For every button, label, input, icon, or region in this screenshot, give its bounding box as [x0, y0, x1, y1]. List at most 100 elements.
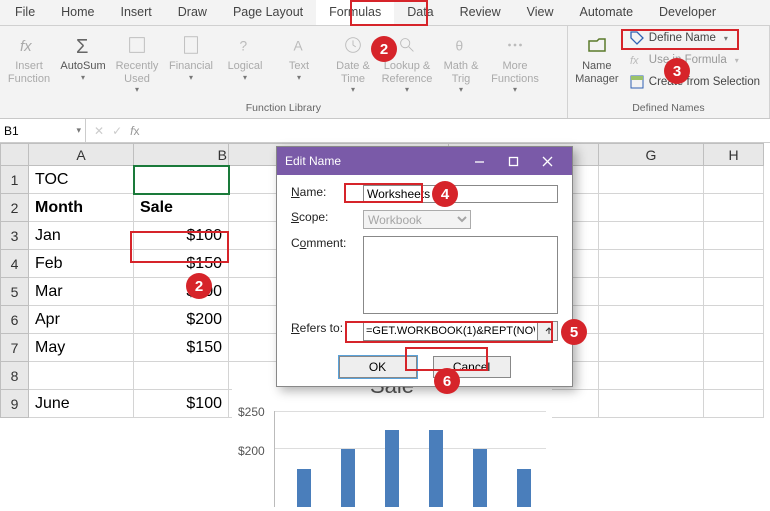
text-label: Text [289, 60, 309, 73]
row-header[interactable]: 7 [1, 334, 29, 362]
name-manager-button[interactable]: Name Manager [571, 28, 623, 85]
chevron-down-icon: ▾ [81, 73, 85, 82]
chevron-down-icon: ▾ [724, 34, 728, 43]
name-box[interactable]: B1 ▾ [0, 119, 86, 142]
row-header[interactable]: 5 [1, 278, 29, 306]
row-header[interactable]: 1 [1, 166, 29, 194]
cell[interactable]: May [29, 334, 134, 362]
name-field-label: Name: [291, 185, 357, 199]
fx-icon[interactable]: fx [130, 124, 139, 138]
col-header-b[interactable]: B [134, 144, 229, 166]
close-icon[interactable] [530, 147, 564, 175]
row-header[interactable]: 3 [1, 222, 29, 250]
tab-developer[interactable]: Developer [646, 0, 729, 25]
maximize-icon[interactable] [496, 147, 530, 175]
insert-function-button[interactable]: fx Insert Function [3, 28, 55, 85]
cell[interactable]: $100 [134, 390, 229, 418]
define-name-button[interactable]: Define Name ▾ [627, 28, 766, 48]
financial-button[interactable]: Financial ▾ [165, 28, 217, 82]
cell[interactable] [449, 390, 599, 418]
cell[interactable]: Jan [29, 222, 134, 250]
cell[interactable] [599, 250, 704, 278]
tab-automate[interactable]: Automate [567, 0, 647, 25]
cell[interactable] [29, 362, 134, 390]
name-field[interactable] [363, 185, 558, 203]
chevron-down-icon: ▾ [243, 73, 247, 82]
more-functions-button[interactable]: More Functions ▾ [489, 28, 541, 94]
use-in-formula-button[interactable]: fx Use in Formula ▾ [627, 50, 766, 70]
callout-badge-5: 5 [561, 319, 587, 345]
collapse-dialog-icon[interactable] [538, 321, 558, 341]
cell[interactable] [599, 390, 704, 418]
tab-page-layout[interactable]: Page Layout [220, 0, 316, 25]
refers-to-field[interactable] [363, 321, 538, 341]
cell[interactable]: Feb [29, 250, 134, 278]
cell[interactable] [599, 194, 704, 222]
chevron-down-icon: ▾ [405, 85, 409, 94]
tab-view[interactable]: View [514, 0, 567, 25]
ok-button[interactable]: OK [339, 356, 417, 378]
chevron-down-icon: ▾ [189, 73, 193, 82]
cell[interactable] [704, 166, 764, 194]
math-trig-button[interactable]: θ Math & Trig ▾ [435, 28, 487, 94]
cell[interactable] [704, 362, 764, 390]
date-time-button[interactable]: Date & Time ▾ [327, 28, 379, 94]
cell[interactable]: Apr [29, 306, 134, 334]
dialog-titlebar[interactable]: Edit Name [277, 147, 572, 175]
cell[interactable] [599, 222, 704, 250]
minimize-icon[interactable] [462, 147, 496, 175]
row-header[interactable]: 6 [1, 306, 29, 334]
cell[interactable] [704, 306, 764, 334]
cell[interactable] [599, 334, 704, 362]
cell[interactable] [599, 166, 704, 194]
col-header-a[interactable]: A [29, 144, 134, 166]
cell[interactable] [599, 362, 704, 390]
col-header-h[interactable]: H [704, 144, 764, 166]
tab-draw[interactable]: Draw [165, 0, 220, 25]
recently-used-button[interactable]: Recently Used ▾ [111, 28, 163, 94]
tab-home[interactable]: Home [48, 0, 107, 25]
row-header[interactable]: 4 [1, 250, 29, 278]
create-from-selection-button[interactable]: Create from Selection [627, 72, 766, 92]
cell[interactable] [704, 390, 764, 418]
cell[interactable]: Sale [134, 194, 229, 222]
cell[interactable]: TOC [29, 166, 134, 194]
cell[interactable] [134, 362, 229, 390]
chart-bar [341, 449, 355, 507]
row-header[interactable]: 9 [1, 390, 29, 418]
tab-data[interactable]: Data [394, 0, 446, 25]
cell[interactable]: $150 [134, 250, 229, 278]
chevron-down-icon: ▾ [735, 56, 739, 65]
tab-insert[interactable]: Insert [108, 0, 165, 25]
cell[interactable] [704, 222, 764, 250]
cell[interactable]: $100 [134, 222, 229, 250]
enter-icon[interactable]: ✓ [112, 124, 122, 138]
tab-formulas[interactable]: Formulas [316, 0, 394, 25]
row-header[interactable]: 8 [1, 362, 29, 390]
cell[interactable]: $150 [134, 334, 229, 362]
cell[interactable]: Mar [29, 278, 134, 306]
scope-field-label: Scope: [291, 210, 357, 224]
cell[interactable] [704, 278, 764, 306]
text-button[interactable]: A Text ▾ [273, 28, 325, 82]
cell[interactable]: $200 [134, 278, 229, 306]
cell[interactable] [704, 334, 764, 362]
select-all-triangle[interactable] [1, 144, 29, 166]
comment-field[interactable] [363, 236, 558, 314]
cell[interactable]: June [29, 390, 134, 418]
cell[interactable] [229, 390, 449, 418]
cell[interactable] [704, 250, 764, 278]
cell[interactable] [704, 194, 764, 222]
tab-review[interactable]: Review [447, 0, 514, 25]
cell[interactable]: Month [29, 194, 134, 222]
cell[interactable] [599, 306, 704, 334]
cell[interactable] [134, 166, 229, 194]
tab-file[interactable]: File [2, 0, 48, 25]
logical-button[interactable]: ? Logical ▾ [219, 28, 271, 82]
cell[interactable]: $200 [134, 306, 229, 334]
row-header[interactable]: 2 [1, 194, 29, 222]
autosum-button[interactable]: Σ AutoSum ▾ [57, 28, 109, 82]
cancel-icon[interactable]: ✕ [94, 124, 104, 138]
col-header-g[interactable]: G [599, 144, 704, 166]
cell[interactable] [599, 278, 704, 306]
